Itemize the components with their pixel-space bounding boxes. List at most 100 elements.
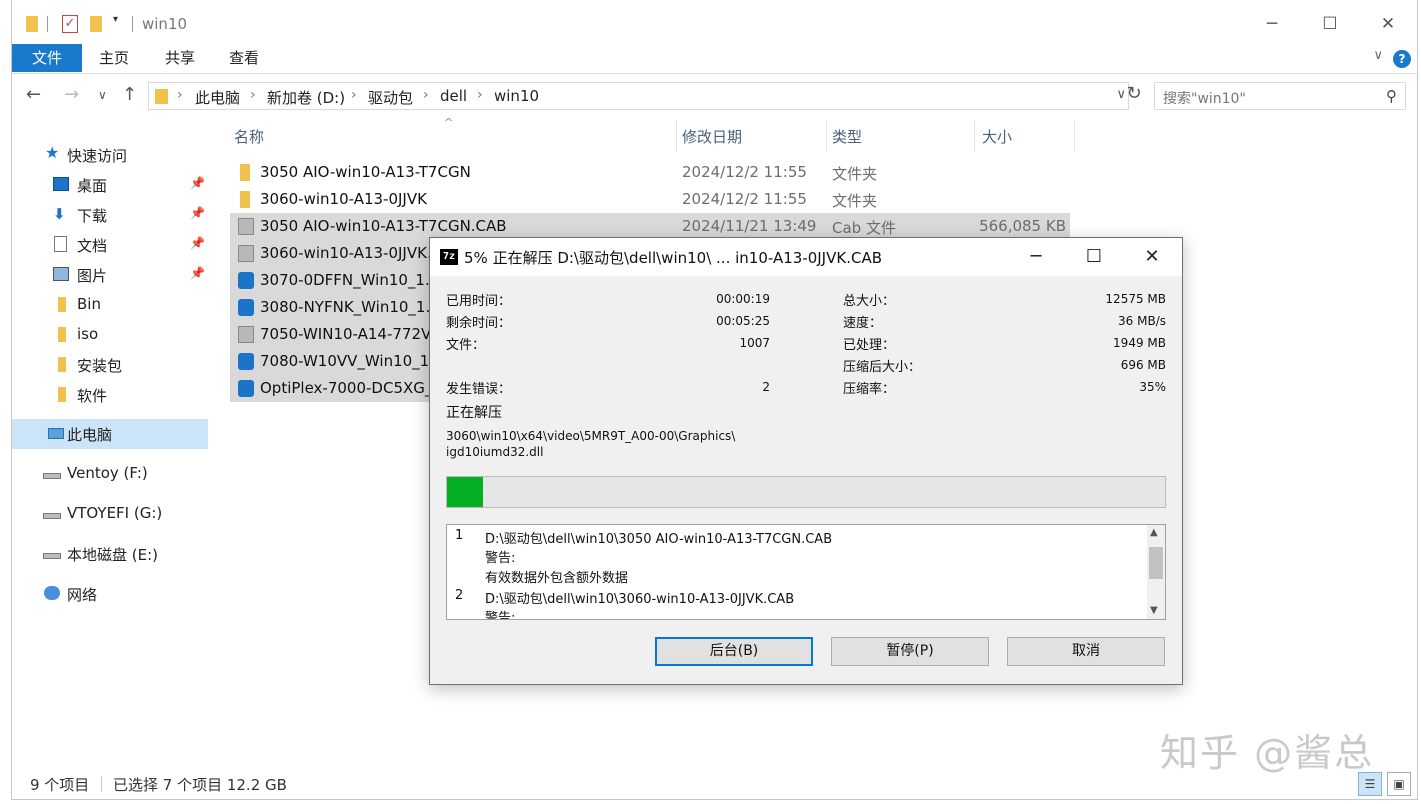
- table-row[interactable]: 3060-win10-A13-0JJVK.: [230, 240, 432, 267]
- pin-icon[interactable]: 📌: [190, 176, 205, 190]
- scroll-up-icon[interactable]: ▲: [1150, 527, 1158, 538]
- column-header-date[interactable]: 修改日期: [682, 126, 742, 147]
- breadcrumb-separator-icon[interactable]: ›: [423, 87, 429, 103]
- nav-label: 图片: [77, 267, 108, 285]
- table-row[interactable]: 3050 AIO-win10-A13-T7CGN.CAB 2024/11/21 …: [230, 213, 1070, 240]
- breadcrumb-separator-icon[interactable]: ›: [250, 87, 256, 103]
- nav-item-pictures[interactable]: 图片 📌: [12, 260, 208, 290]
- minimize-button[interactable]: ─: [1257, 10, 1287, 38]
- log-scrollbar[interactable]: ▲ ▼: [1147, 525, 1165, 619]
- back-arrow-icon[interactable]: ←: [26, 84, 41, 105]
- log-text: D:\驱动包\dell\win10\3060-win10-A13-0JJVK.C…: [485, 592, 795, 607]
- breadcrumb-separator-icon[interactable]: ›: [177, 87, 183, 103]
- nav-item-installers[interactable]: 安装包: [12, 350, 208, 380]
- table-row[interactable]: 3060-win10-A13-0JJVK 2024/12/2 11:55 文件夹: [230, 186, 1070, 213]
- errors-label: 发生错误：: [446, 382, 512, 397]
- table-row[interactable]: 7050-WIN10-A14-772V: [230, 321, 432, 348]
- table-row[interactable]: OptiPlex-7000-DC5XG_: [230, 375, 432, 402]
- folder-icon: [58, 327, 66, 342]
- table-row[interactable]: 3070-0DFFN_Win10_1.0: [230, 267, 439, 294]
- pin-icon[interactable]: 📌: [190, 266, 205, 280]
- processed-value: 1949 MB: [1113, 336, 1166, 350]
- dialog-maximize-button[interactable]: ☐: [1074, 244, 1114, 270]
- nav-item-drive-g[interactable]: VTOYEFI (G:): [12, 499, 208, 529]
- selection-summary: 已选择 7 个项目 12.2 GB: [113, 776, 287, 794]
- file-name: 3050 AIO-win10-A13-T7CGN: [260, 163, 471, 181]
- file-type: Cab 文件: [832, 219, 896, 237]
- dialog-title-bar: 7z 5% 正在解压 D:\驱动包\dell\win10\ ... in10-A…: [430, 238, 1182, 276]
- pin-icon[interactable]: 📌: [190, 206, 205, 220]
- column-header-type[interactable]: 类型: [832, 126, 862, 147]
- address-bar[interactable]: › 此电脑 › 新加卷 (D:) › 驱动包 › dell › win10 ∨: [148, 82, 1129, 110]
- recent-locations-chevron-icon[interactable]: ∨: [98, 88, 107, 102]
- quick-access-dropdown-icon[interactable]: ▾: [113, 14, 118, 25]
- nav-item-network[interactable]: 网络: [12, 579, 208, 609]
- nav-item-this-pc[interactable]: 此电脑: [12, 419, 208, 449]
- ribbon-collapse-icon[interactable]: ∨: [1373, 48, 1383, 63]
- scroll-down-icon[interactable]: ▼: [1150, 605, 1158, 616]
- cab-file-icon: [238, 218, 254, 235]
- table-row[interactable]: 3080-NYFNK_Win10_1.0: [230, 294, 440, 321]
- refresh-icon[interactable]: ↻: [1122, 83, 1146, 109]
- pin-icon[interactable]: 📌: [190, 236, 205, 250]
- close-button[interactable]: ✕: [1373, 10, 1403, 38]
- background-button[interactable]: 后台(B): [655, 637, 813, 666]
- tab-share[interactable]: 共享: [156, 44, 204, 72]
- breadcrumb-win10[interactable]: win10: [494, 87, 539, 105]
- search-box[interactable]: 搜索"win10" ⚲: [1154, 82, 1406, 110]
- large-icons-view-icon[interactable]: ▣: [1387, 772, 1411, 796]
- new-folder-icon[interactable]: [90, 16, 102, 32]
- column-header-size[interactable]: 大小: [982, 126, 1012, 147]
- file-name: 3080-NYFNK_Win10_1.0: [260, 298, 440, 316]
- operation-status: 正在解压: [446, 405, 502, 421]
- remaining-time-value: 00:05:25: [716, 314, 770, 328]
- nav-item-desktop[interactable]: 桌面 📌: [12, 170, 208, 200]
- cancel-button[interactable]: 取消: [1007, 637, 1165, 666]
- up-arrow-icon[interactable]: ↑: [122, 84, 137, 105]
- pictures-icon: [53, 267, 69, 281]
- column-divider[interactable]: [676, 120, 677, 152]
- nav-item-quick-access[interactable]: ★ 快速访问: [12, 140, 208, 170]
- table-row[interactable]: 3050 AIO-win10-A13-T7CGN 2024/12/2 11:55…: [230, 159, 1070, 186]
- table-row[interactable]: 7080-W10VV_Win10_1.: [230, 348, 434, 375]
- breadcrumb-separator-icon[interactable]: ›: [351, 87, 357, 103]
- folder-icon: [155, 89, 168, 104]
- pause-button[interactable]: 暂停(P): [831, 637, 989, 666]
- breadcrumb-dell[interactable]: dell: [440, 87, 467, 105]
- breadcrumb-driver-pack[interactable]: 驱动包: [368, 87, 413, 108]
- column-divider[interactable]: [1074, 120, 1075, 152]
- nav-item-drive-e[interactable]: 本地磁盘 (E:): [12, 539, 208, 569]
- column-divider[interactable]: [974, 120, 975, 152]
- breadcrumb-separator-icon[interactable]: ›: [477, 87, 483, 103]
- maximize-button[interactable]: ☐: [1315, 10, 1345, 38]
- search-icon[interactable]: ⚲: [1386, 87, 1397, 105]
- nav-item-documents[interactable]: 文档 📌: [12, 230, 208, 260]
- dialog-close-button[interactable]: ✕: [1132, 244, 1172, 270]
- column-divider[interactable]: [826, 120, 827, 152]
- nav-item-bin[interactable]: Bin: [12, 290, 208, 320]
- watermark: 知乎 @酱总: [1160, 731, 1375, 775]
- nav-item-downloads[interactable]: ⬇ 下载 📌: [12, 200, 208, 230]
- column-header-name[interactable]: 名称: [234, 126, 264, 147]
- installer-icon: [238, 380, 254, 397]
- properties-icon[interactable]: ✓: [62, 15, 78, 33]
- nav-item-drive-f[interactable]: Ventoy (F:): [12, 459, 208, 489]
- installer-icon: [238, 299, 254, 316]
- tab-view[interactable]: 查看: [220, 44, 268, 72]
- breadcrumb-this-pc[interactable]: 此电脑: [195, 87, 240, 108]
- nav-item-software[interactable]: 软件: [12, 380, 208, 410]
- file-name: 7050-WIN10-A14-772V: [260, 325, 432, 343]
- nav-item-iso[interactable]: iso: [12, 320, 208, 350]
- tab-file[interactable]: 文件: [12, 44, 82, 72]
- breadcrumb-drive[interactable]: 新加卷 (D:): [267, 87, 345, 108]
- item-count: 9 个项目: [30, 776, 90, 794]
- dialog-minimize-button[interactable]: ─: [1016, 244, 1056, 270]
- forward-arrow-icon[interactable]: →: [64, 84, 79, 105]
- help-icon[interactable]: ?: [1393, 50, 1411, 68]
- installer-icon: [238, 272, 254, 289]
- errors-value: 2: [762, 380, 770, 394]
- separator: [101, 776, 102, 792]
- tab-home[interactable]: 主页: [90, 44, 138, 72]
- scroll-thumb[interactable]: [1149, 547, 1163, 579]
- message-log[interactable]: 1 D:\驱动包\dell\win10\3050 AIO-win10-A13-T…: [446, 524, 1166, 620]
